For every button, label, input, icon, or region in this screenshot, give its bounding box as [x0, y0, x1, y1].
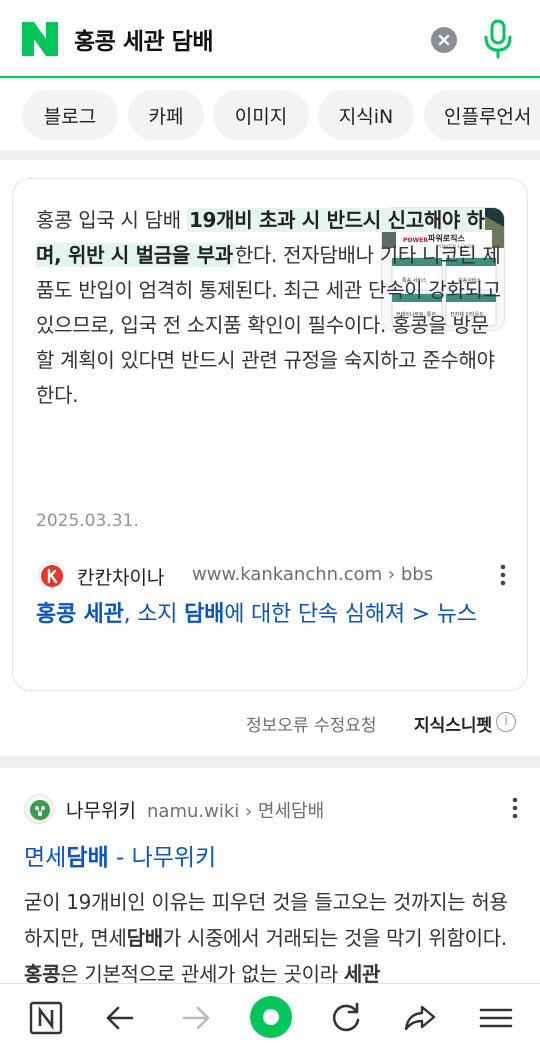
tab-image[interactable]: 이미지 — [213, 90, 309, 140]
snippet-date: 2025.03.31. — [36, 511, 139, 531]
knowledge-snippet-section: POWER 파워로직스 POWER LOGIS 특송 서비스 운송서비스 컨테이… — [0, 160, 540, 756]
green-dot-icon[interactable] — [248, 994, 294, 1040]
tab-blog[interactable]: 블로그 — [22, 90, 118, 140]
naver-logo-icon[interactable] — [22, 22, 58, 56]
menu-icon[interactable] — [476, 998, 516, 1038]
knowledge-snippet-label: 지식스니펫 — [414, 716, 493, 736]
namuwiki-result: 나무위키 namu.wiki › 면세담배 면세담배 - 나무위키 굳이 19개… — [0, 768, 540, 988]
namu-body-segment: 담배 — [126, 926, 164, 950]
namuwiki-source-url[interactable]: namu.wiki › 면세담배 — [147, 797, 324, 823]
namu-body-segment: 가 시중에서 거래되는 것을 막기 위함이다. — [162, 926, 507, 950]
link-title-segment: 에 대한 단속 심해져 > 뉴스 — [224, 602, 477, 627]
more-options-icon[interactable] — [500, 564, 506, 586]
namuwiki-favicon-icon — [24, 794, 54, 824]
link-title-segment: 홍콩 세관 — [36, 602, 124, 627]
back-arrow-icon[interactable] — [100, 998, 140, 1038]
info-icon[interactable]: i — [496, 712, 516, 732]
tab-influencer[interactable]: 인플루언서 — [424, 90, 540, 140]
snippet-source[interactable]: 칸칸차이나 www.kankanchn.com › bbs — [36, 560, 506, 590]
knowledge-snippet-card: POWER 파워로직스 POWER LOGIS 특송 서비스 운송서비스 컨테이… — [12, 178, 528, 691]
namuwiki-source-name[interactable]: 나무위키 — [66, 796, 136, 823]
search-tabs: 블로그 카페 이미지 지식iN 인플루언서 — [0, 80, 540, 150]
snippet-text: 홍콩 입국 시 담배 19개비 초과 시 반드시 신고해야 하며, 위반 시 벌… — [36, 203, 506, 413]
search-query-input[interactable]: 홍콩 세관 담배 — [74, 22, 213, 56]
browser-bottom-bar — [0, 983, 540, 1053]
namuwiki-description: 굳이 19개비인 이유는 피우던 것을 들고오는 것까지는 허용하지만, 면세담… — [24, 884, 514, 992]
source-name[interactable]: 칸칸차이나 — [77, 563, 164, 590]
link-title-segment: , 소지 — [123, 602, 185, 627]
microphone-icon[interactable] — [481, 18, 515, 60]
snippet-text-rest: 한다. 전자담배나 기타 니코틴 제품도 반입이 엄격히 통제된다. 최근 세관… — [36, 243, 501, 407]
search-results-page: 홍콩 세관 담배 블로그 카페 이미지 지식iN 인플루언서 POWER 파워로… — [0, 0, 540, 1053]
more-options-icon[interactable] — [512, 797, 518, 819]
tab-cafe[interactable]: 카페 — [128, 90, 204, 140]
forward-arrow-icon[interactable] — [176, 998, 216, 1038]
close-icon[interactable] — [431, 27, 457, 53]
namu-title-segment: - 나무위키 — [108, 845, 217, 871]
snippet-text-start: 홍콩 입국 시 담배 — [36, 208, 187, 232]
namu-title-segment: 면세 — [24, 845, 67, 871]
namuwiki-title-link[interactable]: 면세담배 - 나무위키 — [24, 838, 216, 872]
search-header: 홍콩 세관 담배 — [0, 0, 540, 78]
link-title-segment: 담배 — [184, 602, 225, 627]
kankanchina-favicon-icon — [38, 562, 64, 588]
tab-kin[interactable]: 지식iN — [318, 90, 414, 140]
namu-title-segment: 담배 — [66, 845, 109, 871]
naver-home-icon[interactable] — [26, 998, 66, 1038]
refresh-icon[interactable] — [325, 998, 365, 1038]
share-icon[interactable] — [400, 998, 440, 1038]
report-error-link[interactable]: 정보오류 수정요청 — [246, 711, 377, 736]
snippet-link-title[interactable]: 홍콩 세관, 소지 담배에 대한 단속 심해져 > 뉴스 — [36, 597, 506, 632]
source-url[interactable]: www.kankanchn.com › bbs — [192, 564, 433, 585]
